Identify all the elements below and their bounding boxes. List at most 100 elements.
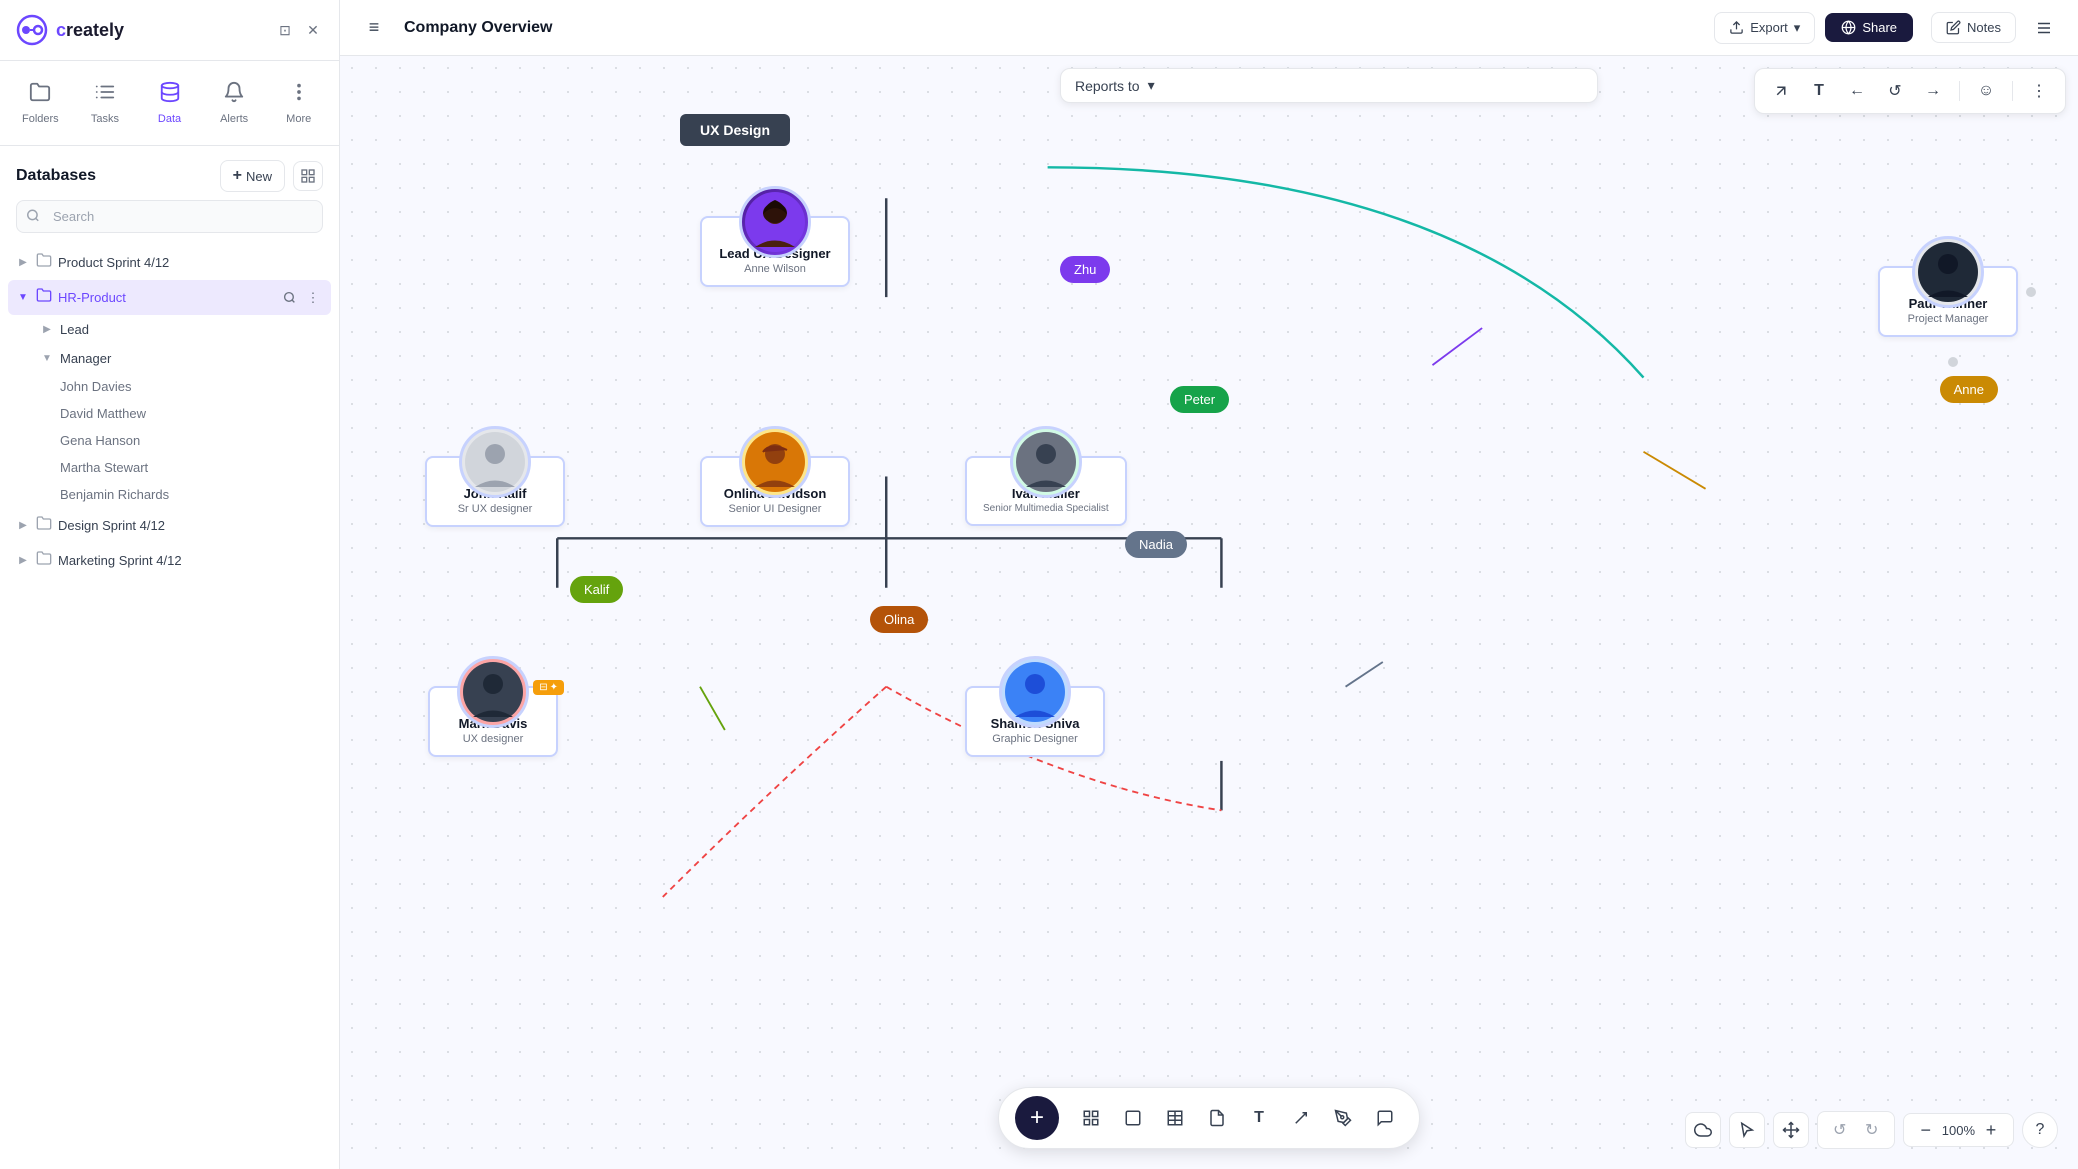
window-controls: ⊡ ✕ bbox=[275, 20, 323, 40]
redo-button[interactable]: ↻ bbox=[1858, 1116, 1886, 1144]
list-item-martha-stewart[interactable]: Martha Stewart bbox=[52, 454, 331, 481]
nav-folders[interactable]: Folders bbox=[8, 73, 73, 133]
list-item-david-matthew[interactable]: David Matthew bbox=[52, 400, 331, 427]
list-item-john-davies[interactable]: John Davies bbox=[52, 373, 331, 400]
help-button[interactable]: ? bbox=[2022, 1112, 2058, 1148]
connector-divider bbox=[1959, 81, 1960, 101]
more-vert-tool[interactable]: ⋮ bbox=[2023, 75, 2055, 107]
node-onlina-davidson[interactable]: Onlina Davidson Senior UI Designer bbox=[700, 426, 850, 527]
ux-design-box[interactable]: UX Design bbox=[680, 114, 790, 146]
main-content: ≡ Company Overview Export ▾ Share Notes bbox=[340, 0, 2078, 1169]
bubble-olina[interactable]: Olina bbox=[870, 606, 928, 633]
diagonal-arrow-tool[interactable] bbox=[1765, 75, 1797, 107]
tree-item-hr-product[interactable]: ▼ HR-Product ⋮ bbox=[8, 280, 331, 315]
topbar-left: ≡ Company Overview bbox=[356, 10, 553, 46]
maximize-button[interactable]: ⊡ bbox=[275, 20, 295, 40]
pen-tool[interactable] bbox=[1325, 1100, 1361, 1136]
move-button[interactable] bbox=[1773, 1112, 1809, 1148]
sidebar: creately ⊡ ✕ Folders Tasks Data bbox=[0, 0, 340, 1169]
zoom-out-button[interactable]: − bbox=[1914, 1118, 1938, 1142]
zoom-in-button[interactable]: + bbox=[1979, 1118, 2003, 1142]
fab-add-button[interactable]: + bbox=[1015, 1096, 1059, 1140]
zoom-level: 100% bbox=[1942, 1123, 1975, 1138]
node-mark-davis[interactable]: ⊟ ✦ Mark Davis UX designer bbox=[428, 656, 558, 757]
hamburger-button[interactable]: ≡ bbox=[356, 10, 392, 46]
doc-title: Company Overview bbox=[404, 19, 553, 37]
connector-tools: T ← ↺ → ☺ ⋮ bbox=[1754, 68, 2066, 114]
tree-label-marketing-sprint: Marketing Sprint 4/12 bbox=[58, 553, 323, 568]
text-tool[interactable]: T bbox=[1241, 1100, 1277, 1136]
tree-item-marketing-sprint[interactable]: ▶ Marketing Sprint 4/12 bbox=[8, 543, 331, 578]
paul-role: Project Manager bbox=[1896, 313, 2000, 325]
folder-icon-marketing bbox=[36, 550, 52, 571]
node-paul-thinner[interactable]: Paul Thinner Project Manager bbox=[1878, 236, 2018, 337]
arrow-right-tool[interactable]: → bbox=[1917, 75, 1949, 107]
export-chevron-icon: ▾ bbox=[1794, 20, 1801, 36]
tree-actions-hr-product: ⋮ bbox=[279, 288, 323, 308]
more-options-button[interactable]: ⋮ bbox=[303, 288, 323, 308]
tree-item-design-sprint[interactable]: ▶ Design Sprint 4/12 bbox=[8, 508, 331, 543]
node-anne-wilson[interactable]: Lead UX Designer Anne Wilson bbox=[700, 186, 850, 287]
cursor-button[interactable] bbox=[1729, 1112, 1765, 1148]
nav-alerts[interactable]: Alerts bbox=[202, 73, 267, 133]
notes-button[interactable]: Notes bbox=[1931, 12, 2016, 43]
topbar: ≡ Company Overview Export ▾ Share Notes bbox=[340, 0, 2078, 56]
share-button[interactable]: Share bbox=[1825, 13, 1913, 42]
undo-button[interactable]: ↺ bbox=[1826, 1116, 1854, 1144]
line-tool[interactable] bbox=[1283, 1100, 1319, 1136]
new-button[interactable]: + New bbox=[220, 160, 285, 192]
folder-icon-design bbox=[36, 515, 52, 536]
sidebar-header: creately ⊡ ✕ bbox=[0, 0, 339, 61]
sidebar-nav: Folders Tasks Data Alerts More bbox=[0, 61, 339, 146]
canvas-area[interactable]: Reports to ▾ T ← ↺ → ☺ ⋮ UX Design bbox=[340, 56, 2078, 1169]
onlina-role: Senior UI Designer bbox=[718, 503, 832, 515]
refresh-tool[interactable]: ↺ bbox=[1879, 75, 1911, 107]
node-ivan-muller[interactable]: Ivan Muller Senior Multimedia Specialist bbox=[965, 426, 1127, 526]
nav-tasks[interactable]: Tasks bbox=[73, 73, 138, 133]
table-tool[interactable] bbox=[1157, 1100, 1193, 1136]
frames-tool[interactable] bbox=[1073, 1100, 1109, 1136]
emoji-tool-btn[interactable]: ☺ bbox=[1970, 75, 2002, 107]
paul-avatar bbox=[1918, 242, 1978, 302]
sub-item-manager[interactable]: ▼ Manager bbox=[32, 344, 331, 373]
bubble-anne[interactable]: Anne bbox=[1940, 376, 1998, 403]
text-tool-btn[interactable]: T bbox=[1803, 75, 1835, 107]
comment-tool[interactable] bbox=[1367, 1100, 1403, 1136]
layout-button[interactable] bbox=[293, 161, 323, 191]
bottom-toolbar: + T bbox=[998, 1087, 1420, 1149]
plus-icon: + bbox=[233, 167, 242, 185]
bubble-zhu[interactable]: Zhu bbox=[1060, 256, 1110, 283]
list-item-benjamin-richards[interactable]: Benjamin Richards bbox=[52, 481, 331, 508]
logo-text: creately bbox=[56, 20, 124, 41]
sticky-note-tool[interactable] bbox=[1199, 1100, 1235, 1136]
node-john-kalif[interactable]: John Kalif Sr UX designer bbox=[425, 426, 565, 527]
arrow-left-tool[interactable]: ← bbox=[1841, 75, 1873, 107]
bubble-nadia[interactable]: Nadia bbox=[1125, 531, 1187, 558]
settings-button[interactable] bbox=[2026, 10, 2062, 46]
export-button[interactable]: Export ▾ bbox=[1714, 12, 1815, 44]
alerts-label: Alerts bbox=[220, 113, 248, 125]
list-item-gena-hanson[interactable]: Gena Hanson bbox=[52, 427, 331, 454]
reports-to-dropdown[interactable]: Reports to ▾ bbox=[1060, 68, 1598, 103]
lead-chevron: ▶ bbox=[40, 323, 54, 337]
folder-icon-active bbox=[36, 287, 52, 308]
bubble-kalif[interactable]: Kalif bbox=[570, 576, 623, 603]
sub-item-lead[interactable]: ▶ Lead bbox=[32, 315, 331, 344]
close-button[interactable]: ✕ bbox=[303, 20, 323, 40]
node-shamen-shiva[interactable]: Shamen Shiva Graphic Designer bbox=[965, 656, 1105, 757]
tree-container: ▶ Product Sprint 4/12 ▼ HR-Product ⋮ bbox=[0, 245, 339, 1169]
john-role: Sr UX designer bbox=[443, 503, 547, 515]
nav-more[interactable]: More bbox=[266, 73, 331, 133]
bubble-peter[interactable]: Peter bbox=[1170, 386, 1229, 413]
cloud-button[interactable] bbox=[1685, 1112, 1721, 1148]
search-input[interactable] bbox=[16, 200, 323, 233]
tree-label-product-sprint: Product Sprint 4/12 bbox=[58, 255, 323, 270]
folders-label: Folders bbox=[22, 113, 59, 125]
onlina-avatar bbox=[745, 432, 805, 492]
anne-avatar bbox=[745, 192, 805, 252]
rectangle-tool[interactable] bbox=[1115, 1100, 1151, 1136]
tree-item-product-sprint[interactable]: ▶ Product Sprint 4/12 bbox=[8, 245, 331, 280]
chevron-icon-design: ▶ bbox=[16, 519, 30, 533]
nav-data[interactable]: Data bbox=[137, 73, 202, 133]
search-in-folder-button[interactable] bbox=[279, 288, 299, 308]
